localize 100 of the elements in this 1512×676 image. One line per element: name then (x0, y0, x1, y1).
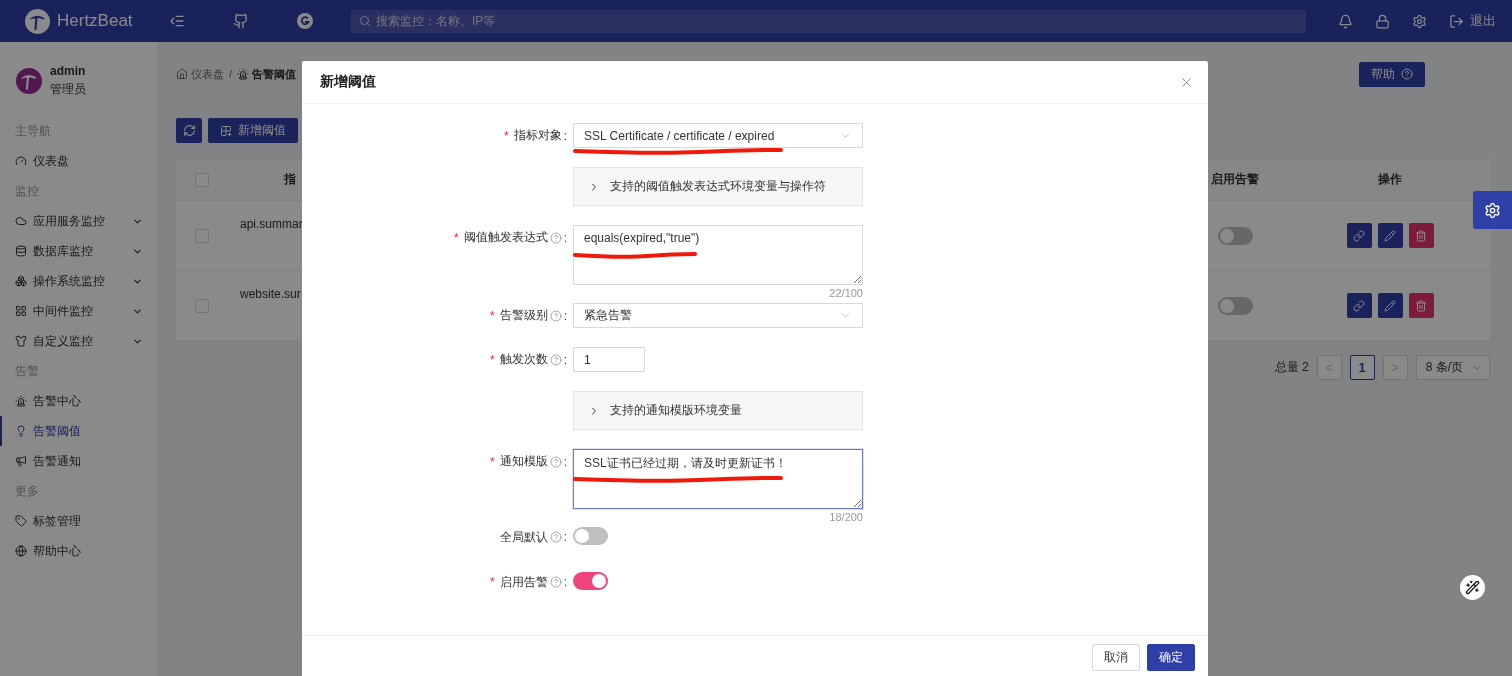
delete-button[interactable] (1408, 293, 1434, 318)
refresh-icon (182, 124, 196, 137)
help-icon (1401, 68, 1413, 80)
help-icon[interactable] (549, 231, 562, 244)
nav-item[interactable]: 操作系统监控 (0, 266, 157, 296)
circle-g-icon[interactable] (297, 13, 313, 29)
refresh-button[interactable] (176, 118, 202, 143)
nav-item[interactable]: 应用服务监控 (0, 206, 157, 236)
pencil-icon (1384, 229, 1396, 242)
required-mark: * (490, 454, 495, 469)
nav-icon (15, 305, 27, 317)
menu-icon[interactable] (169, 13, 185, 29)
siren-icon (237, 68, 250, 80)
label-colon: : (563, 128, 567, 143)
user-name: admin (50, 64, 86, 78)
collapse-panel[interactable]: 支持的阈值触发表达式环境变量与操作符 (573, 167, 863, 206)
lock-icon[interactable] (1375, 13, 1390, 29)
page-size-select[interactable]: 8 条/页 (1415, 355, 1490, 380)
character-count: 22/100 (829, 287, 863, 299)
table-cell: api.summar (240, 217, 303, 231)
help-button[interactable]: 帮助 (1359, 61, 1425, 87)
settings-icon (1484, 201, 1501, 219)
link-icon (1353, 229, 1365, 242)
nav-icon (15, 545, 27, 557)
nav-item[interactable]: 帮助中心 (0, 536, 157, 566)
toggle-switch[interactable] (1217, 296, 1253, 315)
nav-item[interactable]: 数据库监控 (0, 236, 157, 266)
confirm-button[interactable]: 确定 (1147, 644, 1195, 671)
field-label: 触发次数 (499, 351, 548, 368)
field-label: 告警级别 (499, 307, 548, 324)
label-colon: : (563, 230, 567, 245)
breadcrumb-link[interactable]: 仪表盘 (176, 66, 224, 82)
toggle-switch[interactable] (1217, 226, 1253, 245)
nav-item[interactable]: 告警阈值 (0, 416, 157, 446)
field-label: 启用告警 (499, 573, 548, 591)
toggle-switch[interactable] (573, 572, 608, 590)
help-icon[interactable] (549, 309, 562, 322)
page-button[interactable]: 1 (1349, 355, 1375, 380)
required-mark: * (504, 128, 509, 143)
required-mark: * (490, 308, 495, 323)
label-colon: : (563, 352, 567, 367)
text-area-field[interactable]: equals(expired,"true") (573, 225, 863, 285)
delete-button[interactable] (1408, 223, 1434, 248)
character-count: 18/200 (829, 511, 863, 523)
cancel-button[interactable]: 取消 (1092, 644, 1140, 671)
field-label: 指标对象 (513, 127, 562, 144)
collapse-panel[interactable]: 支持的通知模版环境变量 (573, 391, 863, 430)
nav-item[interactable]: 标签管理 (0, 506, 157, 536)
settings-button[interactable] (1473, 191, 1512, 229)
select-field[interactable]: 紧急告警 (573, 303, 863, 328)
search-icon (359, 15, 371, 27)
nav-icon (15, 515, 27, 527)
breadcrumb-link[interactable]: 告警阈值 (237, 66, 297, 82)
column-header: 操作 (1377, 171, 1403, 188)
nav-icon (15, 455, 27, 467)
user-role: 管理员 (50, 81, 86, 98)
settings-icon[interactable] (1412, 13, 1427, 29)
logout-link[interactable]: 退出 (1449, 12, 1496, 30)
nav-item[interactable]: 告警通知 (0, 446, 157, 476)
nav-icon (15, 245, 27, 257)
link-button[interactable] (1346, 293, 1372, 318)
help-icon[interactable] (549, 576, 562, 588)
brand-name: HertzBeat (57, 11, 134, 31)
add-button[interactable]: 新增阈值 (208, 118, 298, 143)
help-icon[interactable] (549, 531, 562, 543)
nav-item[interactable]: 自定义监控 (0, 326, 157, 356)
nav-item[interactable]: 告警中心 (0, 386, 157, 416)
trash-icon (1415, 299, 1427, 312)
help-icon[interactable] (549, 455, 562, 468)
required-mark: * (490, 575, 495, 589)
logout-icon (1449, 13, 1464, 29)
help-icon[interactable] (549, 353, 562, 366)
dialog-title: 新增阈值 (320, 73, 376, 91)
select-value: SSL Certificate / certificate / expired (584, 128, 775, 143)
grid-icon (220, 124, 232, 137)
number-field[interactable]: 1 (573, 347, 645, 372)
label-colon: : (563, 454, 567, 469)
total-count: 总量 2 (1274, 359, 1309, 376)
github-icon[interactable] (233, 13, 249, 29)
nav-icon (15, 215, 27, 227)
field-label: 通知模版 (499, 453, 548, 470)
label-colon: : (563, 308, 567, 323)
table-cell: website.sur (240, 287, 301, 301)
link-icon (1353, 299, 1365, 312)
column-header: 指 (284, 171, 296, 188)
required-mark: * (490, 352, 495, 367)
text-area-field[interactable]: SSL证书已经过期，请及时更新证书！ (573, 449, 863, 509)
edit-button[interactable] (1377, 223, 1403, 248)
breadcrumb-separator: / (229, 68, 233, 80)
toggle-switch[interactable] (573, 527, 608, 545)
trash-icon (1415, 229, 1427, 242)
nav-item[interactable]: 中间件监控 (0, 296, 157, 326)
link-button[interactable] (1346, 223, 1372, 248)
nav-icon (15, 395, 27, 407)
bell-icon[interactable] (1338, 13, 1353, 29)
edit-button[interactable] (1377, 293, 1403, 318)
field-label: 阈值触发表达式 (463, 229, 548, 246)
home-icon (176, 68, 188, 80)
nav-item[interactable]: 仪表盘 (0, 146, 157, 176)
select-field[interactable]: SSL Certificate / certificate / expired (573, 123, 863, 148)
